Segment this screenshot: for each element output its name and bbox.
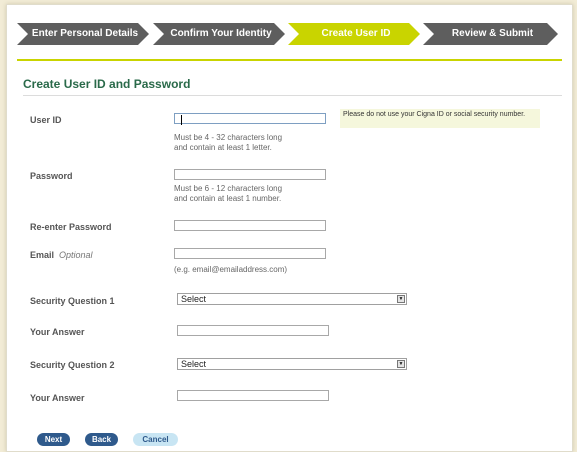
step-confirm-identity: Confirm Your Identity xyxy=(153,23,285,45)
back-button[interactable]: Back xyxy=(85,433,118,446)
answer-2-label: Your Answer xyxy=(30,393,85,403)
page-title: Create User ID and Password xyxy=(23,77,191,91)
password-hint-line1: Must be 6 - 12 characters long xyxy=(174,184,283,193)
security-question-1-value: Select xyxy=(181,294,207,304)
security-question-2-label: Security Question 2 xyxy=(30,360,115,370)
form-panel: Enter Personal Details Confirm Your Iden… xyxy=(6,4,573,452)
user-id-label: User ID xyxy=(30,115,62,125)
password-label: Password xyxy=(30,171,73,181)
answer-2-input[interactable] xyxy=(177,390,329,401)
step-review-submit: Review & Submit xyxy=(423,23,558,45)
title-divider xyxy=(23,95,562,96)
security-question-1-label: Security Question 1 xyxy=(30,296,115,306)
answer-1-input[interactable] xyxy=(177,325,329,336)
email-hint: (e.g. email@emailaddress.com) xyxy=(174,265,288,274)
answer-1-label: Your Answer xyxy=(30,327,85,337)
text-cursor xyxy=(181,115,182,125)
security-question-2-select[interactable]: Select ▼ xyxy=(177,358,407,370)
user-id-notice: Please do not use your Cigna ID or socia… xyxy=(340,109,540,128)
email-label-text: Email xyxy=(30,250,55,260)
security-question-2-value: Select xyxy=(181,359,207,369)
password-input[interactable] xyxy=(174,169,326,180)
email-optional-tag: Optional xyxy=(59,250,93,260)
step-create-user-id: Create User ID xyxy=(288,23,420,45)
cancel-button[interactable]: Cancel xyxy=(133,433,178,446)
step-divider xyxy=(17,59,562,61)
password-hint-line2: and contain at least 1 number. xyxy=(174,194,282,203)
email-input[interactable] xyxy=(174,248,326,259)
user-id-hint: Must be 4 - 32 characters long and conta… xyxy=(174,133,282,153)
user-id-input[interactable] xyxy=(174,113,326,124)
password-hint: Must be 6 - 12 characters long and conta… xyxy=(174,184,282,204)
chevron-down-icon[interactable]: ▼ xyxy=(397,360,405,368)
user-id-hint-line1: Must be 4 - 32 characters long xyxy=(174,133,283,142)
next-button[interactable]: Next xyxy=(37,433,70,446)
step-enter-personal-details: Enter Personal Details xyxy=(17,23,149,45)
chevron-down-icon[interactable]: ▼ xyxy=(397,295,405,303)
reenter-password-label: Re-enter Password xyxy=(30,222,112,232)
email-label: Email Optional xyxy=(30,250,93,260)
reenter-password-input[interactable] xyxy=(174,220,326,231)
progress-steps: Enter Personal Details Confirm Your Iden… xyxy=(7,5,572,63)
user-id-hint-line2: and contain at least 1 letter. xyxy=(174,143,272,152)
security-question-1-select[interactable]: Select ▼ xyxy=(177,293,407,305)
